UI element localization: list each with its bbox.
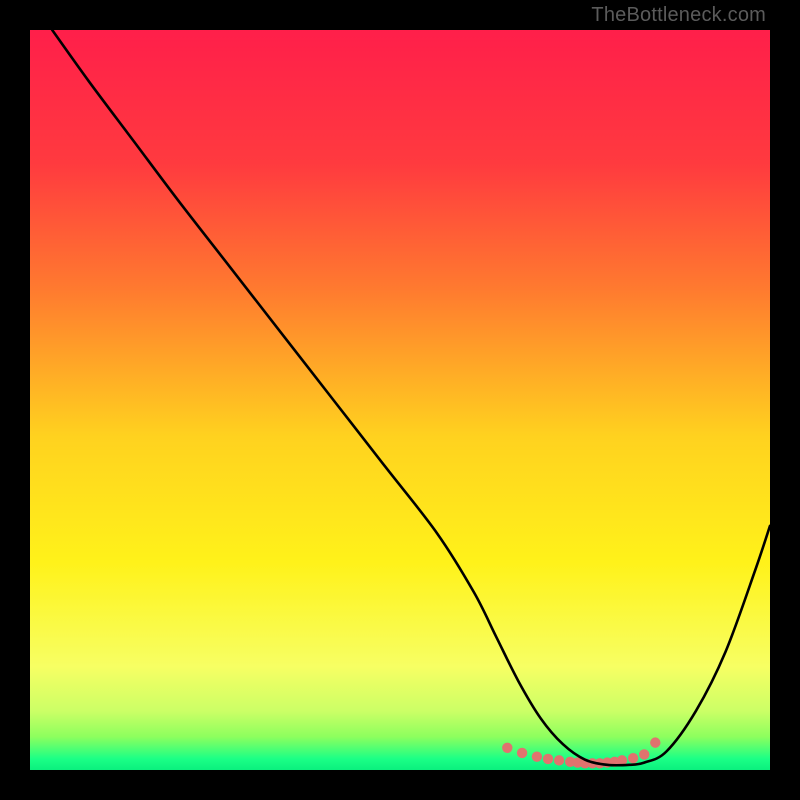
optimal-dot [502,743,512,753]
chart-frame: TheBottleneck.com [0,0,800,800]
optimal-dot [517,748,527,758]
watermark-text: TheBottleneck.com [591,4,766,27]
plot-area [30,30,770,770]
optimal-dot [543,754,553,764]
optimal-dot [532,751,542,761]
optimal-dot [554,755,564,765]
optimal-dot [650,737,660,747]
bottleneck-curve [52,30,770,765]
optimal-dot [639,749,649,759]
optimal-dot [628,753,638,763]
curve-layer [30,30,770,770]
